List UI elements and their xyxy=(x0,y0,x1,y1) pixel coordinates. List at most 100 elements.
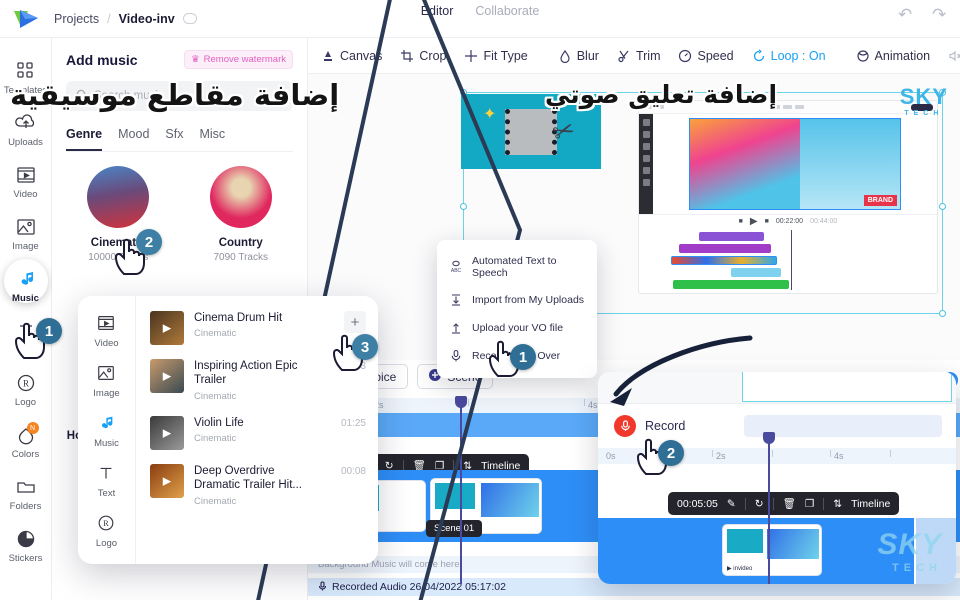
record-context-timecode: 00:05:05 xyxy=(677,497,718,510)
toolbar-crop[interactable]: Crop xyxy=(393,45,453,67)
animation-icon xyxy=(856,49,870,63)
breadcrumb-current[interactable]: Video-inv xyxy=(119,12,175,26)
toolbar-loop-label: Loop : On xyxy=(770,48,826,63)
music-icon xyxy=(15,268,37,290)
tab-sfx[interactable]: Sfx xyxy=(165,127,183,151)
record-selection-box[interactable] xyxy=(742,372,952,402)
remove-watermark-button[interactable]: ♛ Remove watermark xyxy=(184,50,293,69)
record-ruler-tick-4s: 4s xyxy=(834,451,844,461)
brand-tag: BRAND xyxy=(863,195,897,206)
import-icon xyxy=(449,293,463,307)
record-playhead[interactable] xyxy=(763,432,775,584)
popup-rail-music[interactable]: Music xyxy=(78,406,135,456)
vo-menu-import-uploads[interactable]: Import from My Uploads xyxy=(437,286,597,314)
record-button[interactable] xyxy=(614,415,636,437)
track-item[interactable]: Deep Overdrive Dramatic Trailer Hit... C… xyxy=(146,457,370,514)
redo-icon[interactable]: ↷ xyxy=(932,6,950,24)
genre-thumbnail xyxy=(87,166,150,228)
nested-timecode: 00:22:00 xyxy=(775,218,804,225)
ruler-tick-4s: 4s xyxy=(588,400,598,410)
logo-icon: R xyxy=(96,513,118,535)
cloud-icon xyxy=(182,13,197,24)
sky-logo-main: SKY xyxy=(899,84,948,109)
step-badge-2: 2 xyxy=(136,229,162,255)
svg-text:R: R xyxy=(103,519,109,528)
sidebar-item-colors[interactable]: N Colors xyxy=(0,416,51,468)
sky-logo-sub: TECH xyxy=(904,110,944,117)
toolbar-canvas-label: Canvas xyxy=(340,48,383,63)
undo-icon[interactable]: ↶ xyxy=(898,6,916,24)
volume-icon xyxy=(948,49,960,63)
sidebar-item-video[interactable]: Video xyxy=(0,156,51,208)
timeline-playhead[interactable] xyxy=(455,396,467,584)
stickers-icon xyxy=(15,528,37,550)
sidebar-label-logo: Logo xyxy=(14,397,37,408)
vo-menu-text-to-speech[interactable]: ABC Automated Text to Speech xyxy=(437,248,597,286)
sidebar-item-logo[interactable]: R Logo xyxy=(0,364,51,416)
sidebar-item-folders[interactable]: Folders xyxy=(0,468,51,520)
popup-rail-logo-label: Logo xyxy=(95,538,118,549)
record-ruler-tick-0s: 0s xyxy=(606,451,616,461)
tab-genre[interactable]: Genre xyxy=(66,127,103,151)
record-voiceover-popup: Record 0s 2s 4s 00:05:05 ✎ ↻ 🗑 ❐ ⇅ Timel… xyxy=(598,372,956,584)
headline-add-music: إضافة مقاطع موسيقية xyxy=(10,78,340,112)
resize-handle-l[interactable] xyxy=(460,203,467,210)
replace-icon[interactable]: ↻ xyxy=(755,498,764,510)
tab-misc[interactable]: Misc xyxy=(199,127,225,151)
toolbar-trim[interactable]: Trim xyxy=(610,45,668,67)
sidebar-item-stickers[interactable]: Stickers xyxy=(0,520,51,572)
genre-card[interactable]: Country 7090 Tracks xyxy=(189,166,294,263)
logo-icon: R xyxy=(15,372,37,394)
sidebar-item-image[interactable]: Image xyxy=(0,208,51,260)
popup-rail-text[interactable]: Text xyxy=(78,456,135,506)
resize-handle-br[interactable] xyxy=(939,310,946,317)
colors-badge: N xyxy=(26,422,39,434)
track-name: Violin Life xyxy=(194,416,244,429)
nested-clip xyxy=(673,280,789,289)
trash-icon[interactable]: 🗑 xyxy=(783,497,796,510)
popup-rail-video[interactable]: Video xyxy=(78,306,135,356)
popup-rail-music-label: Music xyxy=(94,438,119,449)
sidebar-label-video: Video xyxy=(13,189,38,200)
toolbar-loop[interactable]: Loop : On xyxy=(745,45,833,67)
toolbar-blur[interactable]: Blur xyxy=(551,45,606,67)
toolbar-crop-label: Crop xyxy=(419,48,447,63)
sidebar-label-music: Music xyxy=(12,293,39,304)
crop-icon xyxy=(400,49,414,63)
toolbar-speed[interactable]: Speed xyxy=(671,45,740,67)
toolbar-canvas[interactable]: Canvas xyxy=(314,45,389,67)
loop-icon xyxy=(752,48,766,63)
record-scene-thumbnail[interactable]: ▶ invideo xyxy=(722,524,822,576)
pencil-icon[interactable]: ✎ xyxy=(727,498,736,510)
track-item[interactable]: Violin Life Cinematic 01:25 xyxy=(146,409,370,457)
popup-rail-image[interactable]: Image xyxy=(78,356,135,406)
popup-rail-logo[interactable]: R Logo xyxy=(78,506,135,556)
toolbar-fit-type[interactable]: Fit Type xyxy=(457,45,534,67)
toolbar-blur-label: Blur xyxy=(576,48,599,63)
toolbar-animation[interactable]: Animation xyxy=(849,45,938,67)
duplicate-icon[interactable]: ❐ xyxy=(805,498,814,510)
nested-playhead xyxy=(791,230,792,290)
undo-redo-group: ↶ ↷ xyxy=(898,6,950,24)
image-icon xyxy=(15,216,37,238)
canvas-icon xyxy=(321,49,335,63)
toolbar-volume[interactable]: Volume xyxy=(941,45,960,67)
app-logo[interactable] xyxy=(12,8,40,30)
tab-editor[interactable]: Editor xyxy=(421,4,454,18)
record-context-toolbar: 00:05:05 ✎ ↻ 🗑 ❐ ⇅ Timeline xyxy=(668,492,900,515)
music-icon xyxy=(96,413,118,435)
music-panel-title: Add music xyxy=(66,51,138,68)
tab-collaborate[interactable]: Collaborate xyxy=(475,4,539,18)
track-name: Inspiring Action Epic Trailer xyxy=(194,360,298,387)
sidebar-label-uploads: Uploads xyxy=(8,137,43,148)
resize-handle-r[interactable] xyxy=(939,203,946,210)
fit-type-icon xyxy=(464,49,478,63)
vo-menu-import-uploads-label: Import from My Uploads xyxy=(472,294,585,306)
sidebar-item-music[interactable]: Music xyxy=(0,259,51,312)
nested-clip xyxy=(671,256,777,265)
step-badge-vo-1: 1 xyxy=(510,344,536,370)
breadcrumb-projects[interactable]: Projects xyxy=(54,12,99,26)
tab-mood[interactable]: Mood xyxy=(118,127,149,151)
sky-watermark-main: SKY xyxy=(877,528,942,561)
popup-rail: Video Image Music Text R Logo xyxy=(78,296,136,564)
